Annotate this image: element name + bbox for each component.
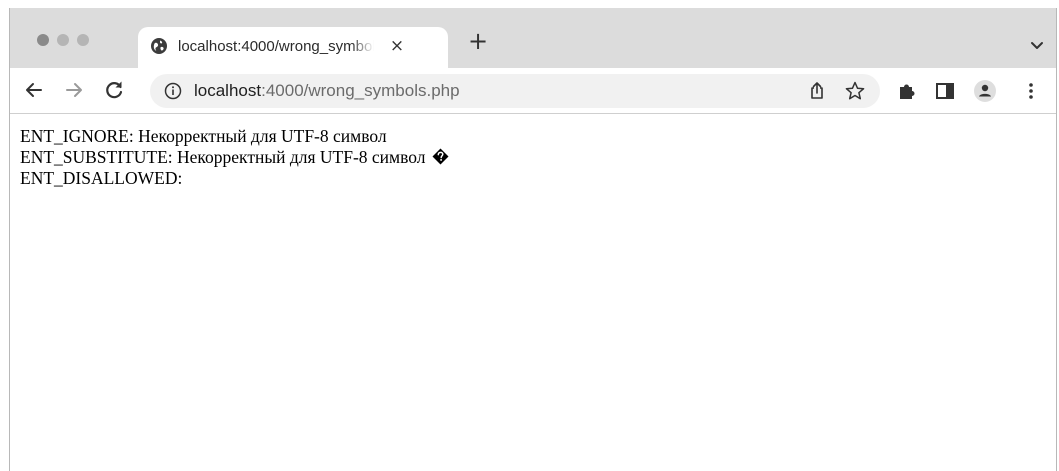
toolbar: localhost:4000/wrong_symbols.php: [10, 68, 1056, 114]
profile-icon[interactable]: [972, 78, 998, 104]
replacement-character-icon: [432, 148, 449, 165]
address-bar[interactable]: localhost:4000/wrong_symbols.php: [150, 74, 880, 108]
side-panel-icon[interactable]: [932, 78, 958, 104]
line-text: Некорректный для UTF-8 символ: [138, 126, 387, 146]
url-text[interactable]: localhost:4000/wrong_symbols.php: [194, 79, 460, 103]
new-tab-button[interactable]: +: [464, 27, 492, 55]
line-label: ENT_IGNORE:: [20, 126, 134, 146]
reload-icon[interactable]: [102, 78, 126, 102]
menu-icon[interactable]: [1018, 78, 1044, 104]
forward-icon[interactable]: [62, 78, 86, 102]
maximize-window-button[interactable]: [77, 34, 89, 46]
minimize-window-button[interactable]: [57, 34, 69, 46]
star-icon[interactable]: [844, 80, 866, 102]
line-label: ENT_DISALLOWED:: [20, 168, 183, 188]
chevron-down-icon[interactable]: [1026, 34, 1048, 56]
output-line-ent-substitute: ENT_SUBSTITUTE: Некорректный для UTF-8 с…: [20, 147, 1056, 168]
extensions-icon[interactable]: [894, 78, 920, 104]
tab-title: localhost:4000/wrong_symbols.php: [178, 38, 374, 55]
info-icon[interactable]: [164, 82, 182, 100]
globe-icon: [151, 38, 167, 54]
share-icon[interactable]: [806, 80, 828, 102]
output-line-ent-ignore: ENT_IGNORE: Некорректный для UTF-8 симво…: [20, 126, 1056, 147]
line-label: ENT_SUBSTITUTE:: [20, 147, 173, 167]
back-icon[interactable]: [22, 78, 46, 102]
close-window-button[interactable]: [37, 34, 49, 46]
page-content: ENT_IGNORE: Некорректный для UTF-8 симво…: [10, 114, 1056, 471]
line-text: Некорректный для UTF-8 символ: [177, 147, 426, 167]
url-host: localhost: [194, 81, 262, 100]
browser-window: localhost:4000/wrong_symbols.php × + loc…: [9, 8, 1057, 471]
tab-active[interactable]: localhost:4000/wrong_symbols.php ×: [138, 27, 448, 68]
output-line-ent-disallowed: ENT_DISALLOWED:: [20, 168, 1056, 189]
url-path: :4000/wrong_symbols.php: [261, 81, 460, 100]
close-tab-button[interactable]: ×: [386, 35, 408, 57]
tab-strip: localhost:4000/wrong_symbols.php × +: [10, 8, 1056, 68]
